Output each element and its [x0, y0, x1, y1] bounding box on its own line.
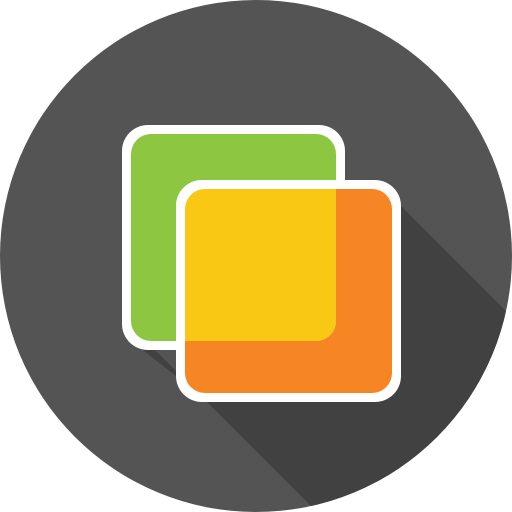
overlapping-squares-icon — [0, 0, 512, 512]
app-icon — [0, 0, 512, 512]
